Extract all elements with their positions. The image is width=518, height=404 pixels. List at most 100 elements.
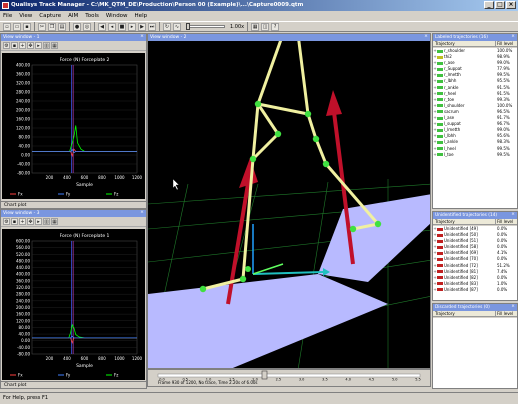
chart-grid-icon[interactable]: ▦ <box>51 42 58 49</box>
close-icon[interactable]: × <box>510 304 516 310</box>
trajectory-color-swatch <box>437 153 443 157</box>
force-vector-2-arrow <box>326 90 342 116</box>
help-icon[interactable]: ? <box>271 22 280 31</box>
loop-icon[interactable]: ↻ <box>163 22 171 31</box>
trajectory-row[interactable]: + l_toe 99.5% <box>433 152 517 158</box>
column-trajectory[interactable]: Trajectory <box>433 311 495 316</box>
discarded-trajectories-title: Discarded trajectories (0) × <box>433 304 517 311</box>
maximize-button[interactable]: □ <box>495 1 505 9</box>
minimize-button[interactable]: _ <box>484 1 494 9</box>
menu-capture[interactable]: Capture <box>39 13 61 19</box>
panel-title-text: Discarded trajectories (0) <box>435 305 490 310</box>
y-tick-label: 360.00 <box>16 72 30 77</box>
play-backward-icon[interactable]: ◀ <box>98 22 106 31</box>
trajectory-color-swatch <box>437 276 443 280</box>
menu-help[interactable]: Help <box>135 13 148 19</box>
chart-layout-icon[interactable]: ▥ <box>43 42 50 49</box>
trace-icon[interactable]: ∿ <box>173 22 181 31</box>
capture-icon[interactable]: ● <box>73 22 81 31</box>
chart-zoom-icon[interactable]: + <box>19 42 26 49</box>
chart-layout-icon[interactable]: ▥ <box>43 218 50 225</box>
menu-window[interactable]: Window <box>106 13 128 19</box>
y-tick-label: 0.00 <box>21 338 30 343</box>
view-3d-icon[interactable]: ◫ <box>261 22 270 31</box>
trajectory-color-swatch <box>437 147 443 150</box>
trajectory-color-swatch <box>437 110 443 114</box>
timeline-tick-label: 4.5 <box>369 378 375 382</box>
playback-speed-slider[interactable] <box>186 23 225 30</box>
3d-scene[interactable] <box>148 34 431 369</box>
play-forward-icon[interactable]: ▶ <box>138 22 146 31</box>
copy-icon[interactable]: ❐ <box>48 22 56 31</box>
x-tick-label: 1000 <box>114 175 125 180</box>
y-tick-label: 80.00 <box>19 325 31 330</box>
chart-settings-icon[interactable]: ⚙ <box>3 218 10 225</box>
column-trajectory[interactable]: Trajectory <box>433 41 495 46</box>
trajectory-color-swatch <box>437 55 443 59</box>
trajectory-row[interactable]: + Unidentified [87] 0.0% <box>433 287 517 293</box>
menu-file[interactable]: File <box>3 13 12 19</box>
trajectory-color-swatch <box>437 288 443 292</box>
trajectory-color-swatch <box>437 122 443 126</box>
menu-view[interactable]: View <box>19 13 32 19</box>
step-forward-icon[interactable]: ▸ <box>128 22 136 31</box>
trajectory-color-swatch <box>437 79 443 83</box>
trajectory-color-swatch <box>437 134 443 138</box>
close-icon[interactable]: × <box>423 34 429 40</box>
close-icon[interactable]: × <box>139 34 145 40</box>
chart-select-icon[interactable]: ▸ <box>35 42 42 49</box>
timeline-tick-label: 2.5 <box>276 378 282 382</box>
chart-settings-icon[interactable]: ⚙ <box>3 42 10 49</box>
trajectory-color-swatch <box>437 49 443 53</box>
legend-label: Fz <box>114 373 118 378</box>
go-end-icon[interactable]: ⏭ <box>148 22 156 31</box>
chart-select-icon[interactable]: ▸ <box>35 218 42 225</box>
legend-label: Fz <box>114 192 118 197</box>
cut-icon[interactable]: ✂ <box>38 22 46 31</box>
axis-x <box>252 271 324 275</box>
status-text: For Help, press F1 <box>3 395 49 401</box>
close-icon[interactable]: × <box>139 210 145 216</box>
y-tick-label: 360.00 <box>16 278 30 283</box>
chart-zoom-icon[interactable]: + <box>19 218 26 225</box>
close-button[interactable]: × <box>506 1 516 9</box>
column-fill-level[interactable]: Fill level <box>495 311 517 316</box>
menu-aim[interactable]: AIM <box>68 13 78 19</box>
timeline-thumb[interactable] <box>261 370 268 380</box>
y-tick-label: 120.00 <box>16 126 30 131</box>
trajectory-fill-level: 0.0% <box>497 286 508 292</box>
trajectory-list-header: Trajectory Fill level <box>433 219 517 225</box>
chart-pan-icon[interactable]: ✥ <box>27 42 34 49</box>
view-2d-icon[interactable]: ▦ <box>251 22 260 31</box>
column-fill-level[interactable]: Fill level <box>495 41 517 46</box>
close-icon[interactable]: × <box>510 212 516 218</box>
save-icon[interactable]: ▪ <box>23 22 31 31</box>
app-title-bar: Qualisys Track Manager - C:\MK_QTM_DE\Pr… <box>0 0 518 11</box>
view-window-3: View window - 3 × ⚙ ▪ + ✥ ▸ ▥ ▦ Force (N)… <box>0 209 147 389</box>
view-window-2-3d[interactable]: View window - 2 × <box>147 33 431 369</box>
menu-tools[interactable]: Tools <box>85 13 99 19</box>
calibrate-icon[interactable]: ◎ <box>83 22 91 31</box>
column-trajectory[interactable]: Trajectory <box>433 219 495 224</box>
view-window-1: View window - 1 × ⚙ ▪ + ✥ ▸ ▥ ▦ Force (N)… <box>0 33 147 209</box>
new-file-icon[interactable]: ▫ <box>3 22 11 31</box>
column-fill-level[interactable]: Fill level <box>495 219 517 224</box>
chart-pan-icon[interactable]: ✥ <box>27 218 34 225</box>
stop-icon[interactable]: ■ <box>118 22 126 31</box>
paste-icon[interactable]: ▤ <box>58 22 66 31</box>
open-folder-icon[interactable]: ▭ <box>13 22 21 31</box>
y-tick-label: -40.00 <box>17 162 30 167</box>
step-back-icon[interactable]: ◂ <box>108 22 116 31</box>
trajectory-list-header: Trajectory Fill level <box>433 41 517 47</box>
chart-save-icon[interactable]: ▪ <box>11 42 18 49</box>
close-icon[interactable]: × <box>510 34 516 40</box>
y-tick-label: -80.00 <box>17 352 30 357</box>
y-tick-label: 280.00 <box>16 292 30 297</box>
timeline-tick-label: 3.0 <box>299 378 305 382</box>
chart-save-icon[interactable]: ▪ <box>11 218 18 225</box>
trajectory-list-header: Trajectory Fill level <box>433 311 517 317</box>
timeline-tick-label: 4.0 <box>345 378 351 382</box>
chart-grid-icon[interactable]: ▦ <box>51 218 58 225</box>
y-tick-label: 40.00 <box>19 144 31 149</box>
chart-toolbar: ⚙ ▪ + ✥ ▸ ▥ ▦ <box>1 41 146 51</box>
